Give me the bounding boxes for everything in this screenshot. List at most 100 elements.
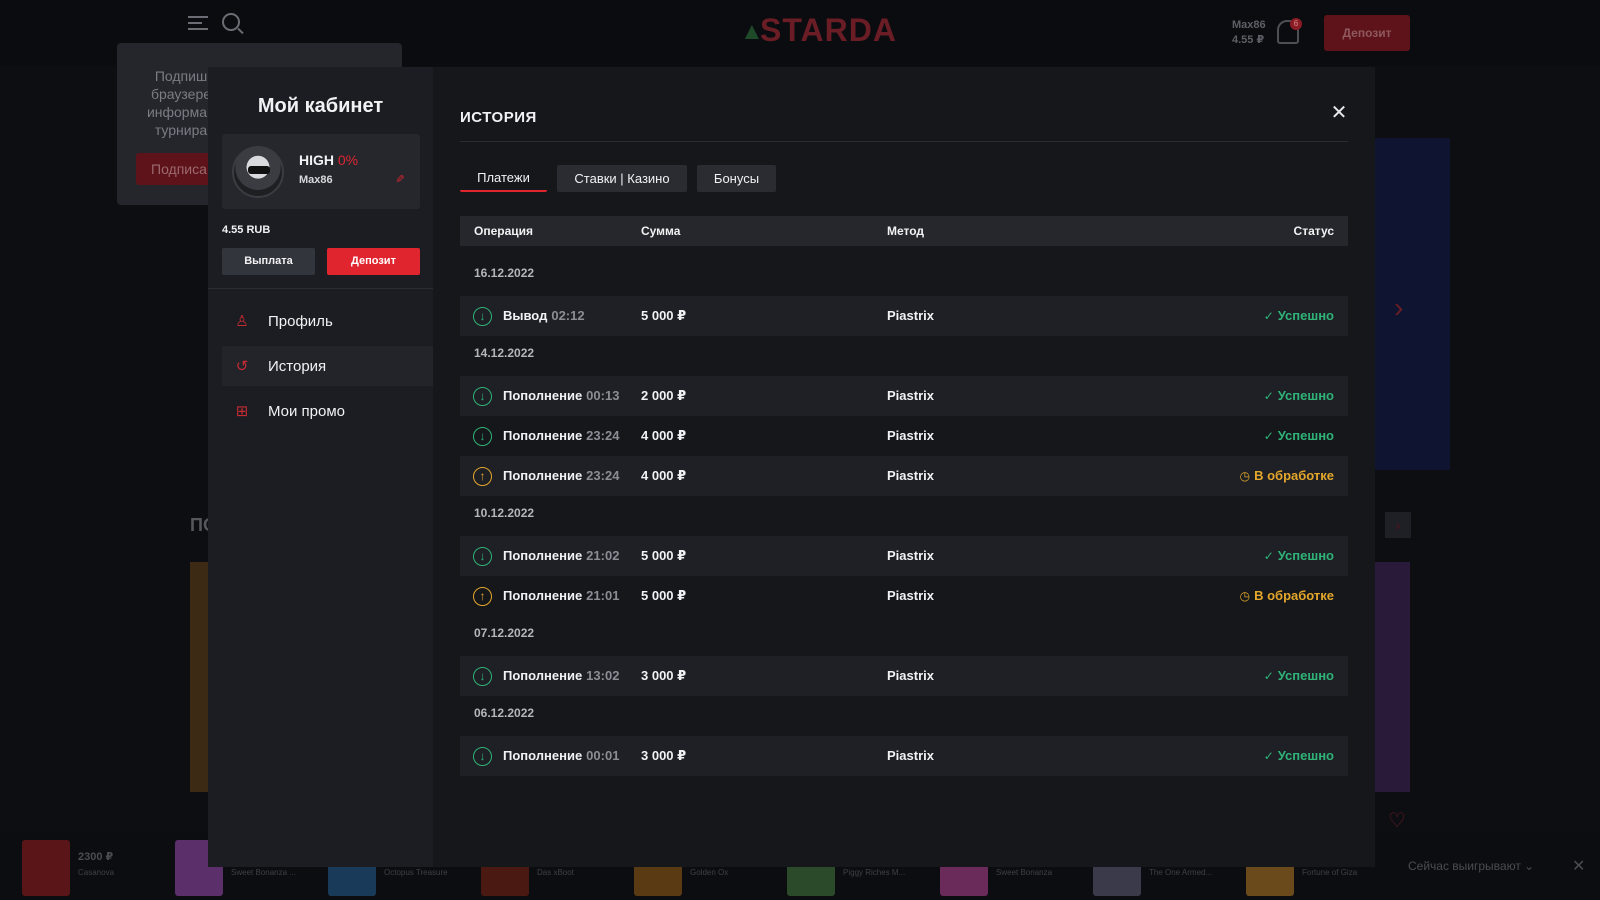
history-title: ИСТОРИЯ <box>460 109 537 126</box>
favorite-heart-icon[interactable]: ♡ <box>1388 808 1406 833</box>
history-icon: ↺ <box>235 358 249 375</box>
arrow-up-circle-icon: ↑ <box>473 587 492 606</box>
method-cell: Piastrix <box>887 748 934 763</box>
checkmark-icon: ✓ <box>1263 389 1274 403</box>
operation-time: 23:24 <box>586 468 620 483</box>
operation-time: 21:01 <box>586 588 620 603</box>
banner-next-icon[interactable]: › <box>1394 292 1403 324</box>
table-row[interactable]: ↓ Пополнение 00:13 2 000 ₽ Piastrix ✓ Успешно <box>460 376 1348 416</box>
status-text: Успешно <box>1277 388 1334 403</box>
status-text: В обработке <box>1254 588 1334 603</box>
nav-item-profile[interactable]: ♙ Профиль <box>222 301 433 341</box>
status-text: Успешно <box>1277 668 1334 683</box>
nav-item-promo[interactable]: ⊞ Мои промо <box>222 391 433 431</box>
status-cell: ✓ Успешно <box>1264 388 1334 403</box>
carousel-next-icon[interactable]: › <box>1385 512 1411 538</box>
table-row[interactable]: ↓ Вывод 02:12 5 000 ₽ Piastrix ✓ Успешно <box>460 296 1348 336</box>
tab-bonuses[interactable]: Бонусы <box>697 165 776 192</box>
payout-button[interactable]: Выплата <box>222 248 315 275</box>
date-group-label: 07.12.2022 <box>474 626 535 640</box>
winner-game: The One Armed... <box>1149 868 1213 877</box>
table-row[interactable]: ↑ Пополнение 23:24 4 000 ₽ Piastrix ◷ В обрабо… <box>460 456 1348 496</box>
cabinet-title: Мой кабинет <box>257 95 384 117</box>
avatar[interactable] <box>232 146 284 198</box>
clock-icon: ◷ <box>1239 589 1251 603</box>
balance: 4.55 RUB <box>222 224 271 236</box>
arrow-down-circle-icon: ↓ <box>473 427 492 446</box>
close-icon[interactable]: ✕ <box>1329 103 1349 123</box>
site-logo[interactable]: STARDA <box>760 12 897 49</box>
table-row[interactable]: ↓ Пополнение 21:02 5 000 ₽ Piastrix ✓ Успешно <box>460 536 1348 576</box>
winners-label[interactable]: Сейчас выигрывают ⌄ <box>1408 859 1534 873</box>
status-cell: ✓ Успешно <box>1264 748 1334 763</box>
cabinet-sidebar: Мой кабинет HIGH 0% Max86 ✎ 4.55 RUB Вып… <box>208 67 433 867</box>
arrow-down-circle-icon: ↓ <box>473 667 492 686</box>
table-row[interactable]: ↓ Пополнение 13:02 3 000 ₽ Piastrix ✓ Успешно <box>460 656 1348 696</box>
tab-payments[interactable]: Платежи <box>460 165 547 192</box>
status-text: Успешно <box>1277 308 1334 323</box>
nav-label: Профиль <box>268 312 333 330</box>
column-header-status: Статус <box>1293 224 1334 238</box>
nav-item-history[interactable]: ↺ История <box>222 346 433 386</box>
table-row[interactable]: ↓ Пополнение 23:24 4 000 ₽ Piastrix ✓ Успешно <box>460 416 1348 456</box>
operation-cell: Вывод 02:12 <box>503 308 585 323</box>
winner-game: Fortune of Giza <box>1302 868 1358 877</box>
operation-cell: Пополнение 21:02 <box>503 548 619 563</box>
checkmark-icon: ✓ <box>1263 749 1274 763</box>
header-username: Max86 <box>1232 19 1266 31</box>
amount-cell: 3 000 ₽ <box>641 668 687 683</box>
checkmark-icon: ✓ <box>1263 549 1274 563</box>
status-text: Успешно <box>1277 548 1334 563</box>
status-cell: ✓ Успешно <box>1264 548 1334 563</box>
user-level: HIGH 0% <box>299 152 359 168</box>
edit-pencil-icon[interactable]: ✎ <box>393 174 406 186</box>
arrow-down-circle-icon: ↓ <box>473 307 492 326</box>
winner-item[interactable]: 2300 ₽ Casanova <box>22 838 172 896</box>
operation-type: Пополнение <box>503 588 583 603</box>
operation-type: Пополнение <box>503 428 583 443</box>
winner-game: Casanova <box>78 868 115 877</box>
divider <box>208 288 433 289</box>
profile-card: HIGH 0% Max86 ✎ <box>222 134 420 209</box>
status-cell: ✓ Успешно <box>1264 308 1334 323</box>
method-cell: Piastrix <box>887 308 934 323</box>
game-card[interactable] <box>1375 562 1410 792</box>
close-icon[interactable]: ✕ <box>1572 856 1585 876</box>
nav-label: История <box>268 357 327 375</box>
date-group-label: 06.12.2022 <box>474 706 535 720</box>
deposit-button[interactable]: Депозит <box>327 248 420 275</box>
operation-time: 00:01 <box>586 748 620 763</box>
hamburger-menu-icon[interactable] <box>188 16 208 30</box>
level-progress: 0% <box>337 152 359 168</box>
status-cell: ✓ Успешно <box>1264 428 1334 443</box>
operation-time: 02:12 <box>551 308 585 323</box>
search-icon[interactable] <box>222 13 240 31</box>
header-deposit-button[interactable]: Депозит <box>1324 15 1410 51</box>
tab-bets-casino[interactable]: Ставки | Казино <box>557 165 687 192</box>
divider <box>460 141 1348 142</box>
operation-cell: Пополнение 13:02 <box>503 668 619 683</box>
operation-type: Вывод <box>503 308 548 323</box>
table-row[interactable]: ↑ Пополнение 21:01 5 000 ₽ Piastrix ◷ В обрабо… <box>460 576 1348 616</box>
amount-cell: 2 000 ₽ <box>641 388 687 403</box>
user-icon: ♙ <box>235 313 249 330</box>
winner-amount: 2300 ₽ <box>78 851 114 863</box>
status-cell: ◷ В обработке <box>1240 468 1334 483</box>
operation-cell: Пополнение 23:24 <box>503 468 619 483</box>
winner-game: Golden Ox <box>690 868 729 877</box>
promo-banner[interactable] <box>1370 138 1450 470</box>
table-row[interactable]: ↓ Пополнение 00:01 3 000 ₽ Piastrix ✓ Успешно <box>460 736 1348 776</box>
status-text: Успешно <box>1277 428 1334 443</box>
column-header-amount: Сумма <box>641 224 681 238</box>
column-header-method: Метод <box>887 224 925 238</box>
notification-badge: 6 <box>1290 18 1302 30</box>
gift-icon: ⊞ <box>235 403 249 420</box>
amount-cell: 3 000 ₽ <box>641 748 687 763</box>
arrow-down-circle-icon: ↓ <box>473 547 492 566</box>
clock-icon: ◷ <box>1239 469 1251 483</box>
header-user-info[interactable]: Max86 4.55 ₽ <box>1232 18 1266 48</box>
arrow-down-circle-icon: ↓ <box>473 747 492 766</box>
operation-cell: Пополнение 00:13 <box>503 388 619 403</box>
operation-type: Пополнение <box>503 468 583 483</box>
amount-cell: 5 000 ₽ <box>641 548 687 563</box>
